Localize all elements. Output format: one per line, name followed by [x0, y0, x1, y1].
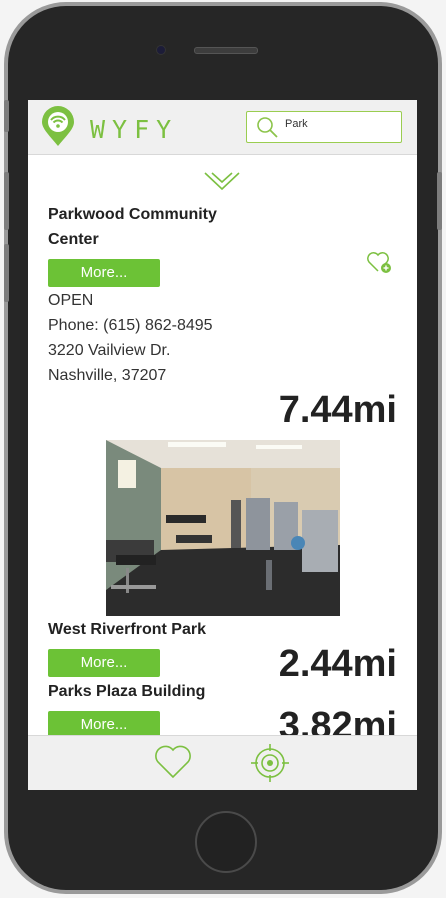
results-list[interactable]: Parkwood Community Center More... OPEN P…	[28, 155, 417, 735]
more-button[interactable]: More...	[48, 711, 160, 735]
status-text: OPEN	[48, 292, 94, 309]
heart-icon[interactable]	[153, 744, 193, 780]
gym-photo	[106, 440, 340, 616]
result-title: Parkwood Community Center	[48, 202, 217, 252]
heart-add-icon[interactable]	[366, 249, 394, 275]
search-input[interactable]	[285, 118, 393, 130]
search-box[interactable]	[246, 111, 402, 143]
result-title-line: Center	[48, 231, 99, 248]
more-button[interactable]: More...	[48, 259, 160, 287]
address-line: 3220 Vailview Dr.	[48, 342, 171, 359]
search-icon[interactable]	[255, 115, 279, 139]
bottom-nav	[28, 735, 417, 790]
phone-side-button	[4, 100, 9, 132]
phone-side-button	[437, 172, 442, 230]
crosshair-target-icon[interactable]	[250, 743, 290, 783]
chevron-down-icon[interactable]	[203, 169, 241, 193]
phone-side-button	[4, 244, 9, 302]
result-title: Parks Plaza Building	[48, 683, 206, 700]
distance-label: 2.44mi	[278, 643, 397, 685]
result-title: West Riverfront Park	[48, 621, 206, 638]
distance-label: 3.82mi	[278, 705, 397, 735]
result-title-line: Parkwood Community	[48, 206, 217, 223]
phone-side-button	[4, 172, 9, 230]
speaker-grille	[194, 47, 258, 54]
home-button[interactable]	[195, 811, 257, 873]
address-line: Nashville, 37207	[48, 367, 167, 384]
camera-icon	[156, 45, 166, 55]
logo-text: WYFY	[90, 115, 179, 144]
app-screen: WYFY Parkwood Community Center More...	[28, 100, 417, 790]
app-logo[interactable]: WYFY	[40, 106, 171, 148]
result-details: OPEN Phone: (615) 862-8495 3220 Vailview…	[48, 288, 213, 388]
distance-label: 7.44mi	[278, 389, 397, 431]
location-pin-wifi-icon	[42, 106, 74, 146]
phone-text[interactable]: Phone: (615) 862-8495	[48, 313, 213, 338]
app-header: WYFY	[28, 100, 417, 155]
more-button[interactable]: More...	[48, 649, 160, 677]
